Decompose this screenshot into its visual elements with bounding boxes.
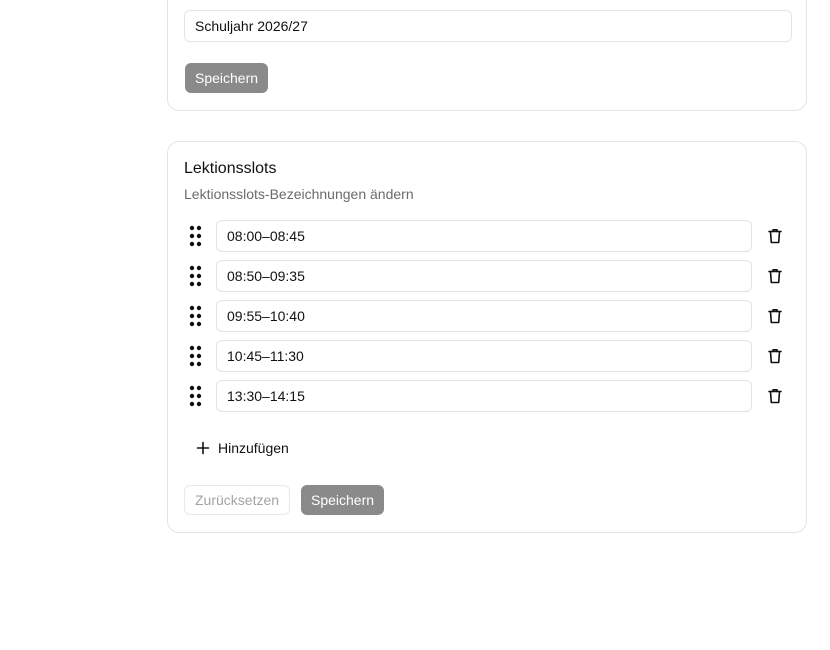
school-year-card: Speichern — [167, 0, 807, 111]
trash-icon[interactable] — [766, 387, 784, 405]
slot-row — [184, 220, 792, 252]
trash-icon[interactable] — [766, 307, 784, 325]
slot-input[interactable] — [216, 300, 752, 332]
add-slot-label: Hinzufügen — [218, 440, 289, 456]
drag-handle-icon[interactable] — [188, 385, 204, 407]
trash-icon[interactable] — [766, 347, 784, 365]
slot-input[interactable] — [216, 340, 752, 372]
drag-handle-icon[interactable] — [188, 225, 204, 247]
slot-input[interactable] — [216, 260, 752, 292]
drag-handle-icon[interactable] — [188, 345, 204, 367]
slot-row — [184, 300, 792, 332]
drag-handle-icon[interactable] — [188, 265, 204, 287]
school-year-input[interactable] — [184, 10, 792, 42]
drag-handle-icon[interactable] — [188, 305, 204, 327]
plus-icon — [196, 441, 210, 455]
slot-row — [184, 340, 792, 372]
lesson-slots-card: Lektionsslots Lektionsslots-Bezeichnunge… — [167, 141, 807, 533]
trash-icon[interactable] — [766, 227, 784, 245]
slots-save-button[interactable]: Speichern — [301, 485, 385, 515]
card-title: Lektionsslots — [184, 160, 277, 177]
school-year-save-button[interactable]: Speichern — [185, 63, 269, 93]
slot-row — [184, 260, 792, 292]
trash-icon[interactable] — [766, 267, 784, 285]
settings-page: Speichern Lektionsslots Lektionsslots-Be… — [0, 0, 830, 650]
slot-row — [184, 380, 792, 412]
slot-input[interactable] — [216, 380, 752, 412]
add-slot-button[interactable]: Hinzufügen — [196, 438, 289, 458]
card-description: Lektionsslots-Bezeichnungen ändern — [184, 186, 414, 202]
reset-button[interactable]: Zurücksetzen — [184, 485, 291, 515]
slot-input[interactable] — [216, 220, 752, 252]
